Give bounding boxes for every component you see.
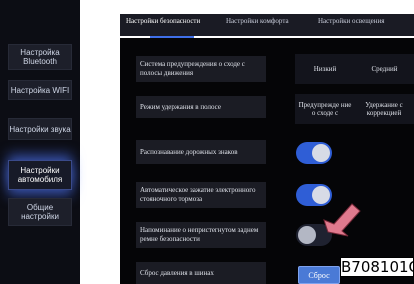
traffic-sign-recognition-toggle[interactable] — [296, 142, 332, 164]
tab-lighting[interactable]: Настройки освещения — [318, 14, 384, 36]
option-departure-warning[interactable]: Предупрежде ние о сходе с — [297, 94, 353, 124]
tire-pressure-reset-label: Сброс давления в шинах — [136, 262, 266, 284]
reference-code-label: B708101O — [340, 257, 414, 277]
vehicle-settings-screen: Настройка Bluetooth Настройка WIFI Настр… — [0, 0, 414, 284]
seatbelt-reminder-label: Напоминание о непристегнутом заднем ремн… — [136, 222, 266, 248]
toggle-knob — [312, 144, 330, 162]
auto-parking-brake-label: Автоматическое зажатие электронного стоя… — [136, 182, 266, 208]
lane-warning-sensitivity-selector: Низкий Средний — [295, 54, 414, 84]
pointer-arrow-icon — [323, 203, 361, 237]
sidebar-item-sound[interactable]: Настройки звука — [8, 118, 72, 140]
traffic-sign-recognition-label: Распознавание дорожных знаков — [136, 140, 266, 164]
sidebar-item-label: Настройка WIFI — [10, 85, 70, 95]
lane-keeping-mode-selector: Предупрежде ние о сходе с Удержание с ко… — [295, 94, 414, 124]
lane-keeping-label: Режим удержания в полосе — [136, 96, 266, 118]
sidebar-item-general[interactable]: Общие настройки — [8, 198, 72, 226]
sidebar-item-vehicle[interactable]: Настройки автомобиля — [8, 160, 72, 190]
sidebar: Настройка Bluetooth Настройка WIFI Настр… — [0, 0, 80, 284]
sidebar-item-label: Настройки автомобиля — [17, 166, 63, 184]
tab-comfort[interactable]: Настройки комфорта — [226, 14, 289, 36]
sidebar-item-label: Общие настройки — [21, 203, 59, 221]
sidebar-item-bluetooth[interactable]: Настройка Bluetooth — [8, 44, 72, 70]
tire-pressure-reset-button[interactable]: Сброс — [298, 266, 340, 284]
option-keep-with-correction[interactable]: Удержание с коррекцией — [355, 94, 413, 124]
lane-warning-label: Система предупреждения о сходе с полосы … — [136, 56, 266, 82]
option-low[interactable]: Низкий — [295, 54, 355, 84]
toggle-knob — [298, 226, 316, 244]
tab-safety[interactable]: Настройки безопасности — [126, 14, 200, 36]
tab-bar: Настройки безопасности Настройки комфорт… — [120, 14, 414, 36]
sidebar-item-wifi[interactable]: Настройка WIFI — [8, 80, 72, 100]
option-medium[interactable]: Средний — [355, 54, 414, 84]
sidebar-item-label: Настройки звука — [9, 124, 71, 134]
sidebar-item-label: Настройка Bluetooth — [20, 48, 60, 66]
